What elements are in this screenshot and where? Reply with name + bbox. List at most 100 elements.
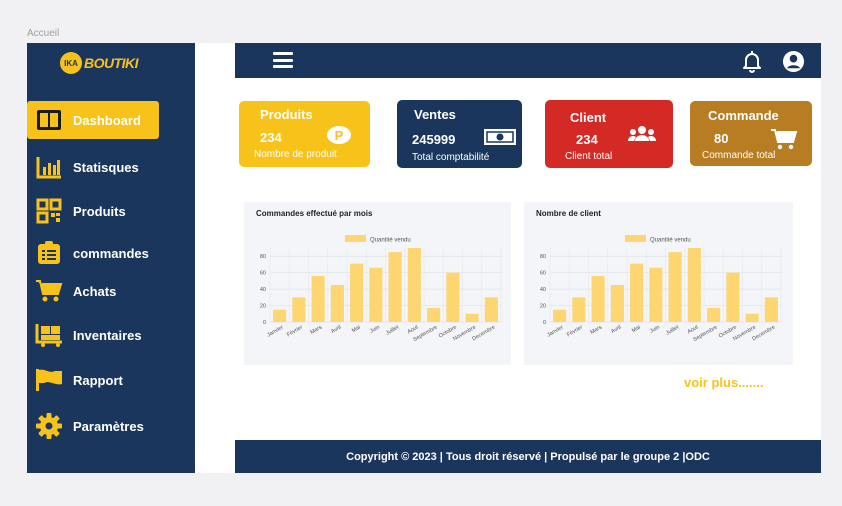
x-tick-label: Février	[566, 324, 584, 338]
bar	[407, 248, 421, 322]
bell-icon[interactable]	[740, 49, 764, 73]
logo: IKA BOUTIKI	[60, 52, 139, 74]
sidebar: IKA BOUTIKI Dashboard Statisques Produit…	[27, 43, 195, 473]
bar	[668, 252, 682, 322]
x-tick-label: Mai	[351, 325, 362, 335]
sidebar-item-label: Achats	[73, 283, 117, 299]
y-tick-label: 40	[260, 287, 266, 293]
sidebar-item-label: Dashboard	[73, 112, 141, 128]
user-avatar-icon[interactable]	[782, 50, 805, 73]
bar	[292, 297, 306, 322]
bar	[630, 263, 644, 322]
flag-icon	[35, 366, 63, 394]
legend-swatch	[345, 235, 366, 242]
sidebar-item-commandes[interactable]: commandes	[27, 234, 195, 272]
x-tick-label: Mars	[310, 324, 324, 335]
footer-text: Copyright © 2023 | Tous droit réservé | …	[346, 450, 710, 463]
x-tick-label: Juin	[369, 325, 381, 335]
voir-plus-link[interactable]: voir plus.......	[684, 375, 763, 390]
x-tick-label: Mai	[631, 325, 642, 335]
bar	[484, 297, 498, 322]
card-title: Client	[570, 110, 607, 125]
frame-label: Accueil	[27, 28, 60, 39]
bar	[687, 248, 701, 322]
logo-badge: IKA	[60, 52, 82, 74]
x-tick-label: Juillet	[665, 324, 681, 336]
x-tick-label: Janvier	[546, 324, 565, 338]
legend-label: Quantité vendu	[370, 238, 411, 244]
card-subtitle: Commande total	[702, 150, 776, 161]
bar	[553, 309, 567, 322]
sidebar-item-statisques[interactable]: Statisques	[27, 148, 195, 186]
bar	[707, 308, 721, 322]
card-value: 234	[260, 130, 282, 145]
card-client[interactable]: Client 234 Client total	[545, 100, 673, 168]
chart-panel-clients: Nombre de client Quantité vendu 0 20 40 60 80…	[524, 202, 793, 365]
sidebar-item-rapport[interactable]: Rapport	[27, 361, 195, 399]
sidebar-item-achats[interactable]: Achats	[27, 272, 195, 310]
bar	[465, 313, 479, 322]
sidebar-item-label: commandes	[73, 245, 149, 261]
card-title: Produits	[260, 107, 313, 122]
bar-chart-icon	[35, 153, 63, 181]
legend-label: Quantité vendu	[650, 238, 691, 244]
bar	[649, 267, 663, 322]
hamburger-icon[interactable]	[273, 52, 293, 68]
top-bar	[235, 43, 821, 78]
sidebar-item-label: Paramètres	[73, 418, 144, 434]
cart-icon	[35, 277, 63, 305]
y-tick-label: 20	[540, 304, 546, 310]
y-tick-label: 0	[263, 320, 266, 326]
x-tick-label: Février	[286, 324, 304, 338]
sidebar-item-label: Inventaires	[73, 327, 142, 343]
y-tick-label: 40	[540, 287, 546, 293]
sidebar-item-label: Rapport	[73, 372, 123, 388]
app-window: IKA BOUTIKI Dashboard Statisques Produit…	[27, 43, 821, 473]
sidebar-item-inventaires[interactable]: Inventaires	[27, 316, 195, 354]
bar	[350, 263, 364, 322]
card-ventes[interactable]: Ventes 245999 Total comptabilité	[397, 100, 522, 168]
card-commande[interactable]: Commande 80 Commande total	[690, 101, 812, 166]
sidebar-item-label: Statisques	[73, 159, 139, 175]
sidebar-item-parametres[interactable]: Paramètres	[27, 407, 195, 445]
logo-text: BOUTIKI	[84, 55, 139, 71]
card-subtitle: Total comptabilité	[412, 152, 490, 163]
y-tick-label: 80	[540, 254, 546, 260]
bar	[764, 297, 778, 322]
clipboard-icon	[35, 239, 63, 267]
card-subtitle: Nombre de produit	[254, 149, 337, 160]
users-icon	[628, 124, 656, 149]
footer: Copyright © 2023 | Tous droit réservé | …	[235, 440, 821, 473]
bar-chart: Quantité vendu 0 20 40 60 80 Janvier Février Mar…	[260, 235, 502, 343]
x-tick-label: Avril	[610, 325, 622, 336]
cart-icon	[770, 128, 798, 155]
chart-legend: Quantité vendu	[625, 235, 691, 244]
coin-icon: P	[326, 125, 352, 150]
bar	[591, 275, 605, 322]
inventory-icon	[35, 321, 63, 349]
x-tick-label: Mars	[590, 324, 604, 335]
y-tick-label: 0	[543, 320, 546, 326]
bar	[446, 272, 460, 322]
bar	[330, 285, 344, 322]
sidebar-item-produits[interactable]: Produits	[27, 192, 195, 230]
legend-swatch	[625, 235, 646, 242]
x-tick-label: Juin	[649, 325, 661, 335]
card-value: 245999	[412, 132, 456, 147]
sidebar-item-label: Produits	[73, 203, 126, 219]
bar	[273, 309, 287, 322]
banknote-icon	[483, 127, 517, 152]
y-tick-label: 80	[260, 254, 266, 260]
card-value: 80	[714, 131, 729, 146]
bar	[745, 313, 759, 322]
y-tick-label: 60	[260, 271, 266, 277]
y-tick-label: 20	[260, 304, 266, 310]
sidebar-item-dashboard[interactable]: Dashboard	[27, 101, 159, 139]
card-produits[interactable]: Produits 234 Nombre de produit P	[239, 101, 370, 167]
bar	[427, 308, 441, 322]
dashboard-icon	[35, 106, 63, 134]
y-tick-label: 60	[540, 271, 546, 277]
card-title: Ventes	[414, 107, 456, 122]
bar	[311, 275, 325, 322]
card-subtitle: Client total	[565, 151, 613, 162]
